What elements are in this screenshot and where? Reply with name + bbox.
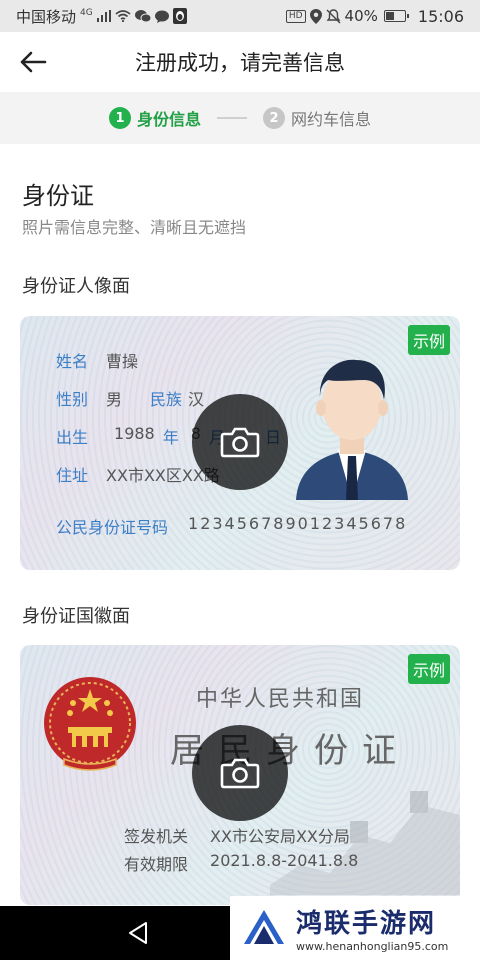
name-row: 姓名 曹操 [56,348,138,372]
back-card-label: 身份证国徽面 [22,606,130,627]
sex-value: 男 [106,390,123,409]
camera-button[interactable] [192,394,288,490]
ethnic-key: 民族 [150,390,183,409]
status-left: 中国移动 4G [16,6,187,27]
section-title: 身份证 [22,182,94,210]
authority-row: 签发机关 XX市公安局XX分局 [124,823,350,847]
status-bar: 中国移动 4G HD 40% 15:06 [0,0,480,32]
sex-ethnic-row: 性别 男 民族 汉 [56,386,204,410]
wechat-icon [134,8,151,24]
portrait-image [296,359,408,500]
battery-percent: 40% [344,7,378,25]
step-identity: 1 身份信息 [108,106,201,130]
camera-icon [220,758,260,789]
birth-key: 出生 [56,428,89,447]
page-title: 注册成功，请完善信息 [135,51,345,75]
status-right: HD 40% 15:06 [285,6,464,26]
authority-value: XX市公安局XX分局 [210,827,350,846]
country-name: 中华人民共和国 [196,687,365,712]
wifi-icon [115,8,131,24]
progress-steps: 1 身份信息 2 网约车信息 [0,92,480,144]
message-icon [154,8,169,24]
step-number: 2 [263,107,285,129]
validity-row: 有效期限 2021.8.8-2041.8.8 [124,851,358,875]
national-emblem-icon [44,677,136,771]
birth-year: 1988 [114,424,155,443]
qq-icon [172,8,187,24]
camera-icon [220,427,260,458]
mute-icon [326,8,341,24]
example-badge: 示例 [407,325,450,355]
address-key: 住址 [56,466,89,485]
location-icon [309,8,322,24]
watermark-text: 鸿联手游网 www.henanhonglian95.com [296,903,448,953]
name-value: 曹操 [106,352,139,371]
nav-back-icon[interactable] [124,919,152,947]
watermark-title: 鸿联手游网 [296,909,437,939]
id-number-row: 公民身份证号码 123456789012345678 [56,514,407,538]
watermark: 鸿联手游网 www.henanhonglian95.com [230,896,480,960]
authority-key: 签发机关 [124,827,189,846]
step-connector [217,117,247,119]
id-front-upload[interactable]: 示例 姓名 曹操 性别 男 民族 汉 出生 1988 年 8 月 日 住址 XX… [20,316,460,570]
id-number-value: 123456789012345678 [188,514,408,533]
battery-icon [383,10,409,22]
step-number: 1 [108,107,131,129]
back-button[interactable] [16,46,50,78]
validity-key: 有效期限 [124,855,189,874]
signal-bars-icon [96,8,111,24]
step-label: 网约车信息 [291,110,372,129]
birth-year-unit: 年 [162,428,179,447]
section-subtitle: 照片需信息完整、清晰且无遮挡 [22,218,247,237]
ethnic-value: 汉 [188,390,205,409]
battery-level [385,12,394,20]
carrier-name: 中国移动 [16,7,77,26]
step-ride-hailing: 2 网约车信息 [263,106,371,130]
front-card-label: 身份证人像面 [22,276,130,297]
signal-icon: 4G [80,8,93,18]
id-number-key: 公民身份证号码 [56,518,169,537]
address-row: 住址 XX市XX区XX路 [56,462,220,486]
clock: 15:06 [417,6,464,26]
example-badge: 示例 [407,654,450,684]
name-key: 姓名 [56,352,89,371]
sex-key: 性别 [56,390,89,409]
arrow-left-icon [20,51,47,73]
validity-value: 2021.8.8-2041.8.8 [210,851,359,870]
watermark-url: www.henanhonglian95.com [296,940,449,953]
app-header: 注册成功，请完善信息 [0,32,480,92]
hd-icon: HD [285,9,306,23]
step-label: 身份信息 [136,110,201,129]
camera-button[interactable] [192,725,288,821]
site-logo-icon [244,910,284,944]
id-back-upload[interactable]: 示例 中华人民共和国 居民身份证 签发机关 XX市公安局XX分局 有效期限 20… [20,645,460,905]
